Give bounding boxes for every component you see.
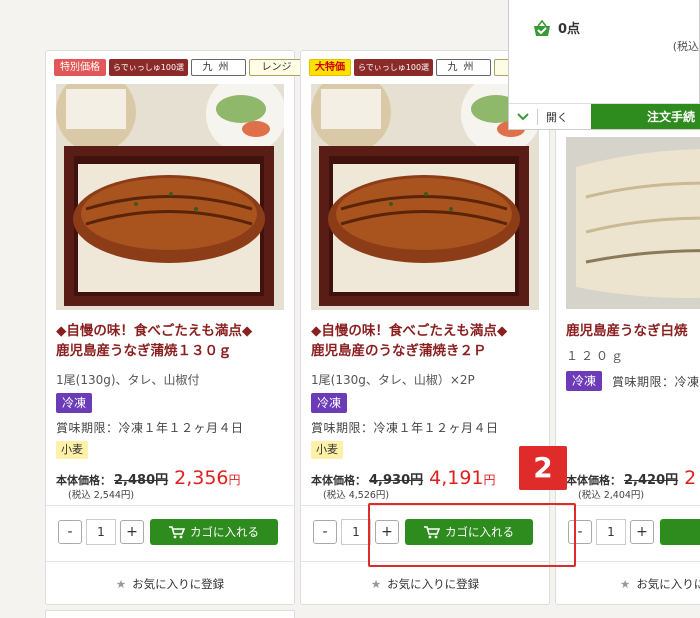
quantity-input[interactable]: 1 xyxy=(341,519,371,545)
cart-count: 0点 xyxy=(532,18,580,37)
product-title[interactable]: ◆自慢の味！食べごたえも満点◆ 鹿児島産うなぎ蒲焼１３０ｇ xyxy=(56,321,291,361)
allergen-tag: 小麦 xyxy=(311,441,343,459)
sale-price: 2 xyxy=(684,467,697,489)
page: { "products": [ { "badges": ["特別価格", "らで… xyxy=(0,0,700,618)
tax-included-price: (税込 2,544円) xyxy=(68,490,135,501)
sale-price: 2,356 xyxy=(174,467,229,489)
divider xyxy=(556,505,700,506)
add-to-cart-label: カゴに入れる xyxy=(190,525,259,539)
microwave-badge: レンジ xyxy=(249,59,305,76)
sale-price: 4,191 xyxy=(429,467,484,489)
open-cart-button[interactable]: 開く xyxy=(509,104,591,129)
sale-price-unit: 円 xyxy=(228,473,241,487)
frozen-tag: 冷凍 xyxy=(56,393,93,413)
product-image[interactable] xyxy=(311,84,539,310)
cart-summary-panel: 0点 (税込 開く 注文手続 xyxy=(508,0,700,130)
quantity-input[interactable]: 1 xyxy=(596,519,626,545)
favorite-label: お気に入りに登録 xyxy=(636,577,700,591)
star-icon: ★ xyxy=(115,577,127,591)
cart-controls: - 1 + xyxy=(568,519,700,545)
product-subtitle: 1尾(130g、タレ、山椒）×2P xyxy=(311,373,475,387)
checkout-button[interactable]: 注文手続 xyxy=(591,104,700,129)
decrease-qty-button[interactable]: - xyxy=(313,520,337,544)
special-price-badge: 特別価格 xyxy=(54,59,106,76)
region-badge: 九州 xyxy=(436,59,492,76)
tax-included-price: (税込 4,526円) xyxy=(323,490,390,501)
product-title[interactable]: 鹿児島産うなぎ白焼 xyxy=(566,321,700,341)
divider xyxy=(556,561,700,562)
favorite-label: お気に入りに登録 xyxy=(387,577,480,591)
price-row: 本体価格： 4,930円 4,191 円 xyxy=(311,467,496,489)
price-row: 本体価格： 2,480円 2,356 円 xyxy=(56,467,241,489)
basket-check-icon xyxy=(534,19,550,36)
expiry-text: 賞味期限：冷凍１年１２ヶ月４日 xyxy=(311,421,499,435)
cart-count-value: 0点 xyxy=(558,22,581,37)
product-title[interactable]: ◆自慢の味！食べごたえも満点◆ 鹿児島産のうなぎ蒲焼き２Ｐ xyxy=(311,321,546,361)
divider xyxy=(46,505,294,506)
add-to-cart-button[interactable]: カゴに入れる xyxy=(150,519,278,545)
favorite-label: お気に入りに登録 xyxy=(132,577,225,591)
next-row-card xyxy=(45,610,295,618)
product-image[interactable] xyxy=(56,84,284,310)
region-badge: 九州 xyxy=(191,59,247,76)
product-title-line2[interactable]: 鹿児島産のうなぎ蒲焼き２Ｐ xyxy=(311,341,546,361)
badge-row: 大特価 らでぃっしゅ100選 九州 レ xyxy=(309,59,535,76)
expiry-text: 賞味期限：冷凍１年１２ヶ月４日 xyxy=(56,421,244,435)
cart-tax-note: (税込 xyxy=(672,40,699,53)
increase-qty-button[interactable]: + xyxy=(120,520,144,544)
decrease-qty-button[interactable]: - xyxy=(58,520,82,544)
unagi-bowl-illustration xyxy=(56,84,284,310)
product-subtitle: 1尾(130g)、タレ、山椒付 xyxy=(56,373,200,387)
frozen-tag: 冷凍 xyxy=(311,393,348,413)
radish-100-badge: らでぃっしゅ100選 xyxy=(354,59,434,76)
radish-100-badge: らでぃっしゅ100選 xyxy=(109,59,189,76)
star-icon: ★ xyxy=(620,577,631,591)
divider xyxy=(46,561,294,562)
badge-row: 特別価格 らでぃっしゅ100選 九州 レンジ xyxy=(54,59,305,76)
product-title-line1[interactable]: ◆自慢の味！食べごたえも満点◆ xyxy=(56,323,252,339)
open-cart-label: 開く xyxy=(537,108,568,125)
add-to-favorites-link[interactable]: ★ お気に入りに登録 xyxy=(301,576,549,592)
expiry-text: 賞味期限：冷凍 xyxy=(612,375,700,389)
original-price: 2,420円 xyxy=(624,473,679,488)
quantity-input[interactable]: 1 xyxy=(86,519,116,545)
price-row: 本体価格： 2,420円 2 xyxy=(566,467,696,489)
star-icon: ★ xyxy=(370,577,382,591)
step-number-callout: 2 xyxy=(519,446,567,490)
product-title-line1[interactable]: 鹿児島産うなぎ白焼 xyxy=(566,323,688,339)
add-to-favorites-link[interactable]: ★ お気に入りに登録 xyxy=(556,576,700,592)
chevron-down-icon xyxy=(517,112,529,120)
add-to-favorites-link[interactable]: ★ お気に入りに登録 xyxy=(46,576,294,592)
product-card: 特別価格 らでぃっしゅ100選 九州 レンジ ◆自慢の味！食べごたえも満点◆ 鹿… xyxy=(45,50,305,605)
allergen-tag: 小麦 xyxy=(56,441,88,459)
tax-included-price: (税込 2,404円) xyxy=(578,490,645,501)
original-price: 2,480円 xyxy=(114,473,169,488)
add-to-cart-button[interactable] xyxy=(660,519,700,545)
shirayaki-illustration xyxy=(566,137,700,309)
product-card: 鹿児島産うなぎ白焼 １２０ｇ 冷凍 賞味期限：冷凍 本体価格： 2,420円 2… xyxy=(555,50,700,605)
cart-controls: - 1 + カゴに入れる xyxy=(58,519,278,545)
product-subtitle: １２０ｇ xyxy=(566,349,627,363)
sale-price-unit: 円 xyxy=(483,473,496,487)
price-label: 本体価格： xyxy=(566,474,621,487)
unagi-bowl-illustration xyxy=(311,84,539,310)
product-image[interactable] xyxy=(566,137,700,309)
product-title-line2[interactable]: 鹿児島産うなぎ蒲焼１３０ｇ xyxy=(56,341,291,361)
cart-icon xyxy=(169,525,185,538)
highlight-box xyxy=(368,503,576,567)
frozen-tag: 冷凍 xyxy=(566,371,603,391)
price-label: 本体価格： xyxy=(311,474,366,487)
cart-panel-bar: 開く 注文手続 xyxy=(509,103,700,129)
big-sale-badge: 大特価 xyxy=(309,59,351,76)
original-price: 4,930円 xyxy=(369,473,424,488)
price-label: 本体価格： xyxy=(56,474,111,487)
increase-qty-button[interactable]: + xyxy=(630,520,654,544)
product-title-line1[interactable]: ◆自慢の味！食べごたえも満点◆ xyxy=(311,323,507,339)
